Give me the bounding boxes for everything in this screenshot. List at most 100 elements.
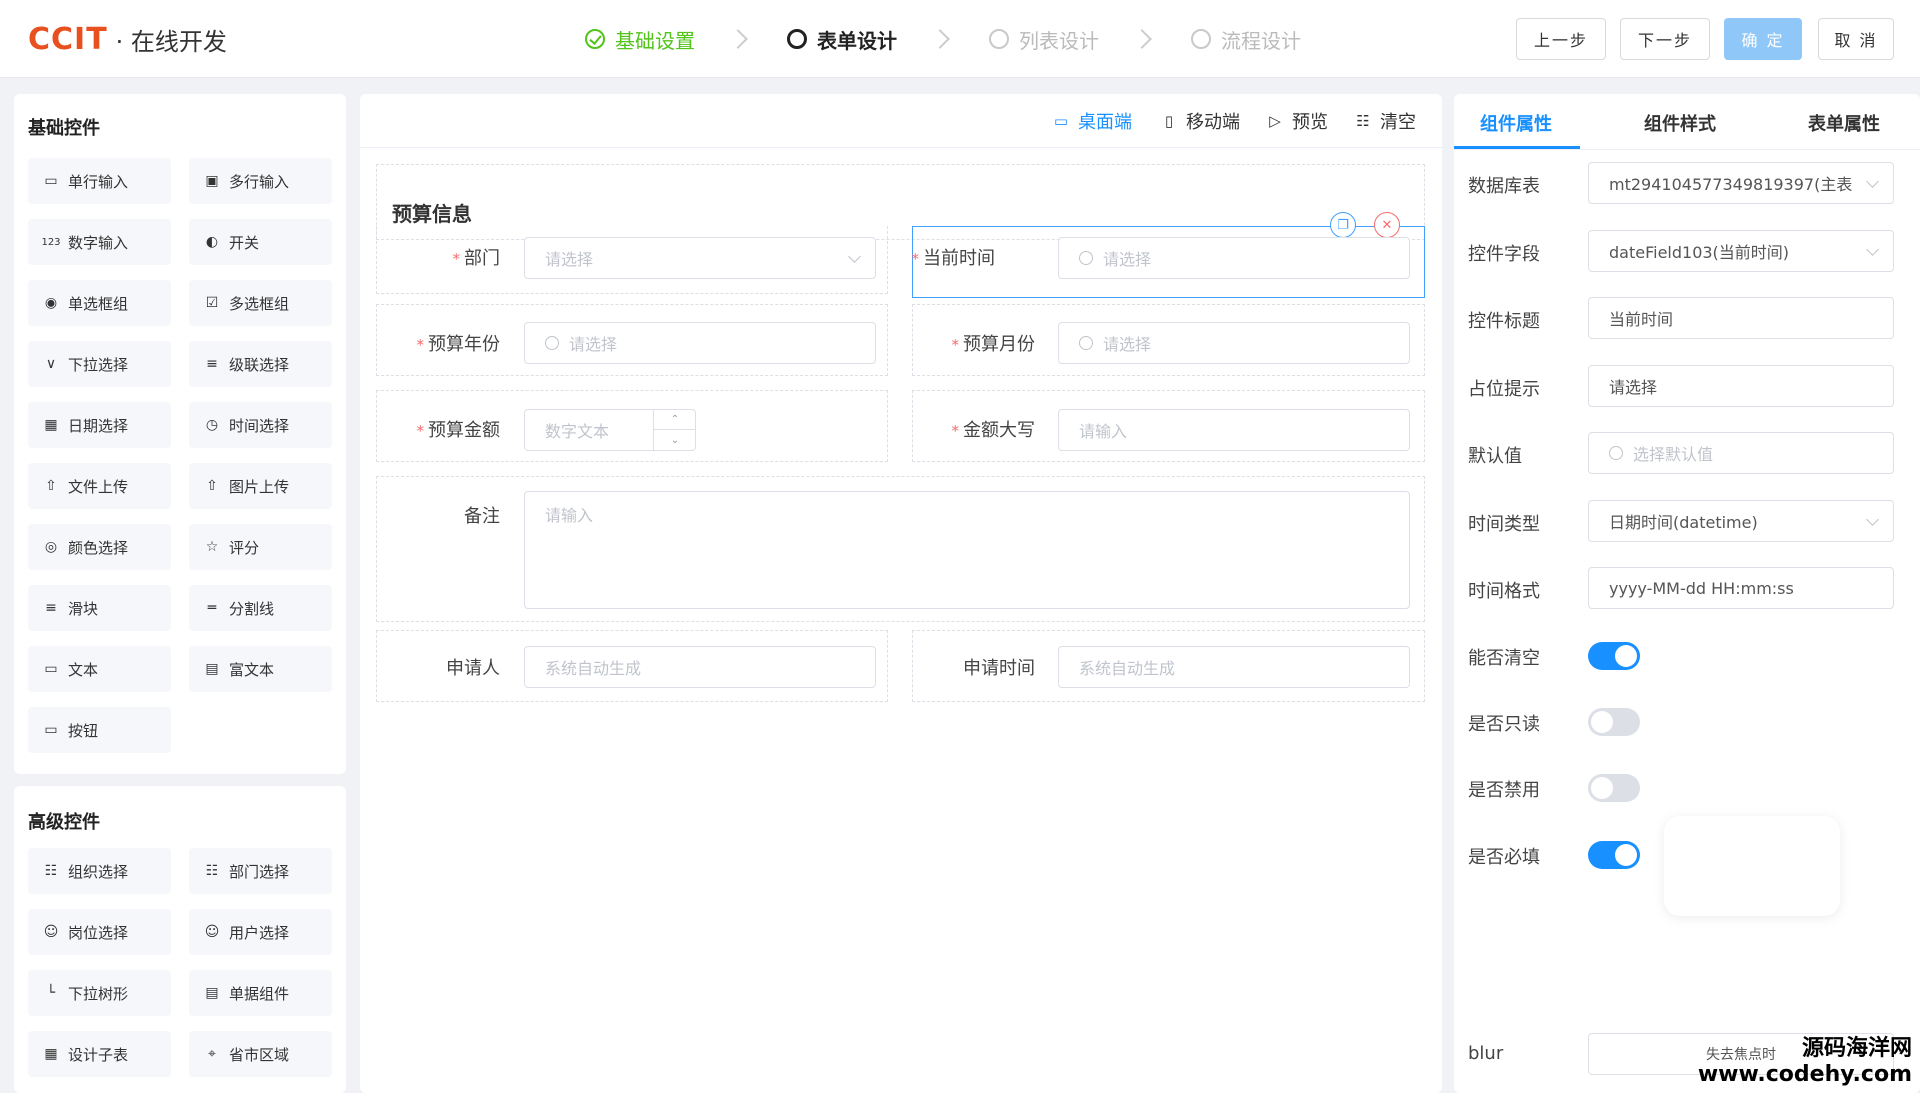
- step-label: 表单设计: [817, 28, 897, 53]
- time-type-select[interactable]: 日期时间(datetime): [1588, 500, 1894, 542]
- control-item-upload[interactable]: ⇧ 文件上传: [28, 463, 171, 509]
- disabled-toggle[interactable]: [1588, 774, 1640, 802]
- field-label-applicant: 申请人: [446, 658, 500, 679]
- prop-label-disabled: 是否禁用: [1468, 780, 1540, 801]
- control-item-input[interactable]: ▭ 单行输入: [28, 158, 171, 204]
- floating-popover: [1664, 816, 1840, 916]
- form-canvas: ▭ 桌面端 ▯ 移动端 ▷ 预览 ☷ 清空 预算信息 * 部门 请选择 ❐ ✕ *…: [360, 94, 1442, 1093]
- control-item-divider[interactable]: ═ 分割线: [189, 585, 332, 631]
- chevron-down-icon[interactable]: ⌄: [654, 430, 696, 450]
- control-item-button[interactable]: ▭ 按钮: [28, 707, 171, 753]
- amount-upper-input[interactable]: 请输入: [1058, 409, 1410, 451]
- tab-component-props[interactable]: 组件属性: [1480, 110, 1552, 136]
- watermark-line1: 源码海洋网: [1801, 1036, 1912, 1062]
- control-item-user[interactable]: ☺ 用户选择: [189, 909, 332, 955]
- prop-label-title: 控件标题: [1468, 311, 1540, 332]
- step-form-design[interactable]: 表单设计: [787, 22, 897, 56]
- control-item-palette[interactable]: ◎ 颜色选择: [28, 524, 171, 570]
- control-item-label: 评分: [229, 538, 260, 557]
- step-list-design[interactable]: 列表设计: [989, 22, 1099, 56]
- control-item-tree[interactable]: └ 下拉树形: [28, 970, 171, 1016]
- clearable-toggle[interactable]: [1588, 642, 1640, 670]
- control-item-cascader[interactable]: ≡ 级联选择: [189, 341, 332, 387]
- control-item-radio[interactable]: ◉ 单选框组: [28, 280, 171, 326]
- control-item-label: 富文本: [229, 660, 275, 679]
- next-button[interactable]: 下一步: [1620, 18, 1710, 60]
- control-item-image-upload[interactable]: ⇧ 图片上传: [189, 463, 332, 509]
- basic-controls-panel: 基础控件 ▭ 单行输入 ▣ 多行输入 123 数字输入 ◐ 开关 ◉ 单选框组 ☑ 多选框组 ∨ 下拉选择…: [14, 94, 346, 774]
- prev-button[interactable]: 上一步: [1516, 18, 1606, 60]
- control-item-label: 组织选择: [68, 862, 129, 881]
- control-item-document[interactable]: ▤ 单据组件: [189, 970, 332, 1016]
- prop-label-field: 控件字段: [1468, 244, 1540, 265]
- control-item-label: 图片上传: [229, 477, 290, 496]
- tab-form-props[interactable]: 表单属性: [1808, 110, 1880, 136]
- control-item-location[interactable]: ⌖ 省市区域: [189, 1031, 332, 1077]
- title-input[interactable]: 当前时间: [1588, 297, 1894, 339]
- control-item-richtext[interactable]: ▤ 富文本: [189, 646, 332, 692]
- clock-icon: [1609, 446, 1623, 460]
- budget-month-picker[interactable]: 请选择: [1058, 322, 1410, 364]
- control-item-label: 省市区域: [229, 1045, 290, 1064]
- control-item-org[interactable]: ☷ 组织选择: [28, 848, 171, 894]
- clock-icon: [545, 336, 559, 350]
- mobile-view-button[interactable]: ▯ 移动端: [1160, 108, 1240, 134]
- prop-label-db: 数据库表: [1468, 176, 1540, 197]
- field-select[interactable]: dateField103(当前时间): [1588, 230, 1894, 272]
- step-flow-design[interactable]: 流程设计: [1191, 22, 1301, 56]
- number-icon: 123: [41, 236, 61, 248]
- field-label-year: * 预算年份: [416, 334, 501, 355]
- monitor-icon: ▭: [1053, 112, 1069, 130]
- budget-amount-input[interactable]: 数字文本 ⌃ ⌄: [524, 409, 696, 451]
- control-item-slider[interactable]: ≡ 滑块: [28, 585, 171, 631]
- control-item-checkbox[interactable]: ☑ 多选框组: [189, 280, 332, 326]
- control-item-calendar[interactable]: ▦ 日期选择: [28, 402, 171, 448]
- chevron-up-icon[interactable]: ⌃: [654, 410, 696, 430]
- db-table-select[interactable]: mt294104577349819397(主表: [1588, 162, 1894, 204]
- number-stepper[interactable]: ⌃ ⌄: [653, 410, 696, 450]
- cancel-button[interactable]: 取 消: [1818, 18, 1894, 60]
- required-toggle[interactable]: [1588, 841, 1640, 869]
- control-item-department[interactable]: ☷ 部门选择: [189, 848, 332, 894]
- default-value-picker[interactable]: 选择默认值: [1588, 432, 1894, 474]
- control-item-number[interactable]: 123 数字输入: [28, 219, 171, 265]
- field-label-amount: * 预算金额: [416, 420, 501, 441]
- confirm-button[interactable]: 确 定: [1724, 18, 1802, 60]
- remark-textarea[interactable]: 请输入: [524, 491, 1410, 609]
- control-item-text[interactable]: ▭ 文本: [28, 646, 171, 692]
- prop-label-time-format: 时间格式: [1468, 581, 1540, 602]
- section-title: 预算信息: [392, 202, 472, 226]
- control-item-table[interactable]: ▦ 设计子表: [28, 1031, 171, 1077]
- control-item-star[interactable]: ☆ 评分: [189, 524, 332, 570]
- control-item-textarea[interactable]: ▣ 多行输入: [189, 158, 332, 204]
- desktop-view-button[interactable]: ▭ 桌面端: [1052, 108, 1132, 134]
- clear-button[interactable]: ☷ 清空: [1354, 108, 1416, 134]
- control-item-select[interactable]: ∨ 下拉选择: [28, 341, 171, 387]
- time-format-input[interactable]: yyyy-MM-dd HH:mm:ss: [1588, 567, 1894, 609]
- current-time-picker[interactable]: 请选择: [1058, 237, 1410, 279]
- budget-year-picker[interactable]: 请选择: [524, 322, 876, 364]
- placeholder-input[interactable]: 请选择: [1588, 365, 1894, 407]
- control-item-post[interactable]: ☺ 岗位选择: [28, 909, 171, 955]
- applicant-input[interactable]: 系统自动生成: [524, 646, 876, 688]
- placeholder: 请选择: [545, 250, 594, 269]
- delete-icon[interactable]: ✕: [1374, 212, 1400, 238]
- field-label-current-time: * 当前时间: [911, 248, 996, 269]
- readonly-toggle[interactable]: [1588, 708, 1640, 736]
- preview-button[interactable]: ▷ 预览: [1266, 108, 1328, 134]
- tab-component-style[interactable]: 组件样式: [1644, 110, 1716, 136]
- control-item-switch[interactable]: ◐ 开关: [189, 219, 332, 265]
- placeholder: 请输入: [1079, 422, 1128, 441]
- logo: CCIT · 在线开发: [28, 20, 227, 58]
- placeholder: 系统自动生成: [1079, 659, 1176, 678]
- copy-icon[interactable]: ❐: [1330, 212, 1356, 238]
- star-icon: ☆: [205, 539, 219, 555]
- calendar-icon: ▦: [44, 417, 58, 433]
- logo-brand: CCIT: [28, 21, 108, 57]
- control-item-clock[interactable]: ◷ 时间选择: [189, 402, 332, 448]
- prop-label-default: 默认值: [1468, 446, 1522, 467]
- tree-icon: └: [46, 985, 56, 1001]
- clear-label: 清空: [1380, 112, 1416, 133]
- step-basic-settings[interactable]: 基础设置: [585, 22, 695, 56]
- apply-time-input[interactable]: 系统自动生成: [1058, 646, 1410, 688]
